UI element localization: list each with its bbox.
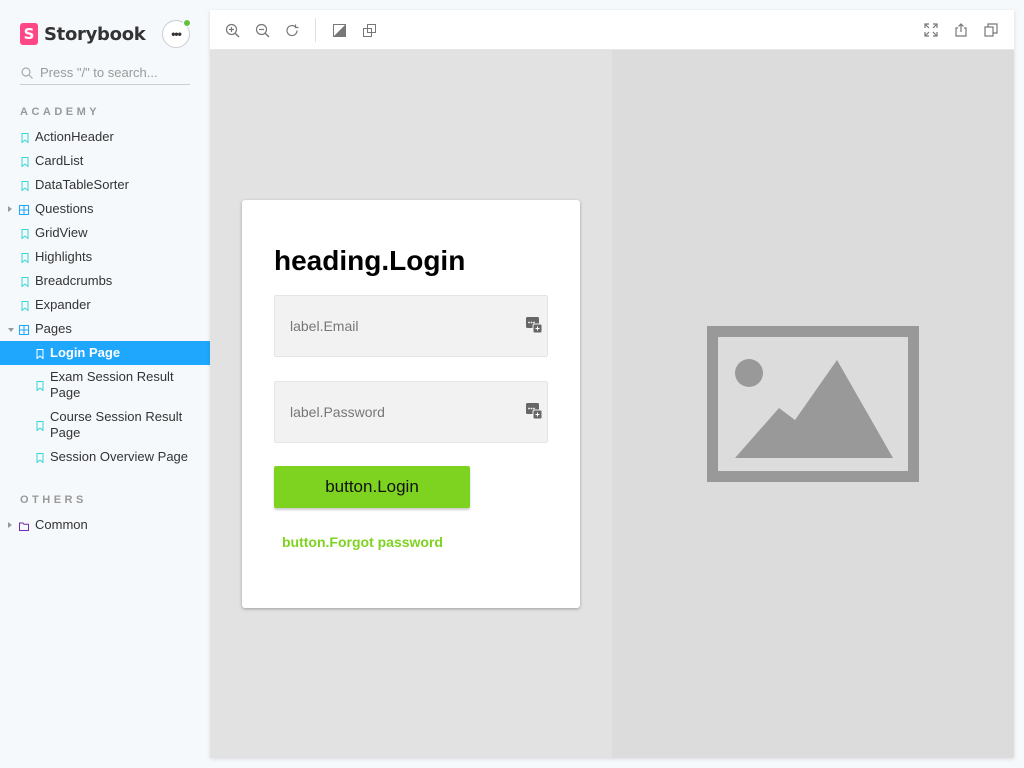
sidebar-item-label: Session Overview Page	[50, 449, 189, 464]
sidebar: S Storybook ••• ACADEMY ActionHeader Car…	[0, 0, 210, 768]
background-icon[interactable]	[331, 22, 347, 38]
sidebar-item-gridview[interactable]: GridView	[0, 221, 210, 245]
bookmark-icon	[20, 300, 30, 312]
sidebar-item-label: Breadcrumbs	[35, 273, 113, 288]
story-canvas: heading.Login label.Email label.Password…	[210, 50, 1014, 758]
image-pane	[612, 50, 1014, 758]
sidebar-item-common[interactable]: Common	[0, 513, 210, 537]
page-title: heading.Login	[274, 245, 466, 276]
section-title-others: OTHERS	[20, 494, 87, 506]
brand-name: Storybook	[44, 23, 146, 45]
password-field[interactable]: label.Password	[274, 381, 548, 443]
copy-icon[interactable]	[983, 22, 999, 38]
login-button[interactable]: button.Login	[274, 466, 470, 508]
sidebar-item-label: Course Session Result Page	[50, 409, 183, 440]
forgot-password-button[interactable]: button.Forgot password	[282, 534, 443, 550]
password-placeholder: label.Password	[290, 404, 385, 420]
email-field[interactable]: label.Email	[274, 295, 548, 357]
chevron-right-icon[interactable]	[8, 206, 12, 212]
image-placeholder-icon	[707, 326, 919, 482]
sidebar-item-highlights[interactable]: Highlights	[0, 245, 210, 269]
sidebar-item-actionheader[interactable]: ActionHeader	[0, 125, 210, 149]
sidebar-item-expander[interactable]: Expander	[0, 293, 210, 317]
sidebar-item-label: Expander	[35, 297, 91, 312]
storybook-logo-icon: S	[20, 23, 38, 45]
bookmark-icon	[35, 452, 45, 464]
sidebar-item-breadcrumbs[interactable]: Breadcrumbs	[0, 269, 210, 293]
section-title-academy: ACADEMY	[20, 106, 101, 118]
bookmark-icon	[20, 156, 30, 168]
chevron-right-icon[interactable]	[8, 522, 12, 528]
sidebar-item-cardlist[interactable]: CardList	[0, 149, 210, 173]
ellipsis-icon: •••	[171, 27, 182, 41]
bookmark-icon	[35, 348, 45, 360]
fullscreen-icon[interactable]	[923, 22, 939, 38]
sidebar-item-label: Login Page	[50, 345, 121, 360]
folder-icon	[19, 520, 29, 532]
sidebar-item-label: Common	[35, 517, 88, 532]
sidebar-item-course-session-result-page[interactable]: Course Session Result Page	[0, 405, 210, 445]
sidebar-item-label: Highlights	[35, 249, 93, 264]
zoom-in-icon[interactable]	[224, 22, 240, 38]
zoom-out-icon[interactable]	[254, 22, 270, 38]
sidebar-item-session-overview-page[interactable]: Session Overview Page	[0, 445, 210, 469]
login-pane: heading.Login label.Email label.Password…	[210, 50, 612, 758]
chevron-down-icon[interactable]	[8, 328, 14, 332]
search-input[interactable]	[40, 65, 180, 80]
zoom-reset-icon[interactable]	[284, 22, 300, 38]
sidebar-item-label: Exam Session Result Page	[50, 369, 174, 400]
component-icon	[19, 204, 29, 216]
outline-icon[interactable]	[361, 22, 377, 38]
bookmark-icon	[20, 276, 30, 288]
sidebar-item-exam-session-result-page[interactable]: Exam Session Result Page	[0, 365, 210, 405]
settings-menu-button[interactable]: •••	[162, 19, 191, 48]
sidebar-item-questions[interactable]: Questions	[0, 197, 210, 221]
search-icon	[20, 66, 34, 80]
sidebar-item-label: Pages	[35, 321, 72, 336]
brand[interactable]: S Storybook	[20, 22, 146, 46]
bookmark-icon	[35, 380, 45, 392]
email-placeholder: label.Email	[290, 318, 359, 334]
preview-panel: heading.Login label.Email label.Password…	[210, 10, 1014, 758]
bookmark-icon	[35, 420, 45, 432]
bookmark-icon	[20, 228, 30, 240]
password-manager-icon[interactable]	[526, 316, 543, 334]
share-icon[interactable]	[953, 22, 969, 38]
sidebar-item-label: GridView	[35, 225, 88, 240]
bookmark-icon	[20, 252, 30, 264]
component-icon	[19, 324, 29, 336]
sidebar-item-datatablesorter[interactable]: DataTableSorter	[0, 173, 210, 197]
sidebar-item-pages[interactable]: Pages	[0, 317, 210, 341]
sidebar-item-label: CardList	[35, 153, 84, 168]
bookmark-icon	[20, 180, 30, 192]
toolbar	[210, 10, 1014, 50]
sidebar-item-login-page[interactable]: Login Page	[0, 341, 210, 365]
bookmark-icon	[20, 132, 30, 144]
search-bar	[20, 61, 190, 85]
sidebar-item-label: DataTableSorter	[35, 177, 129, 192]
sidebar-item-label: ActionHeader	[35, 129, 114, 144]
update-indicator-dot	[183, 19, 191, 27]
sidebar-item-label: Questions	[35, 201, 94, 216]
password-manager-icon[interactable]	[526, 402, 543, 420]
login-card: heading.Login label.Email label.Password…	[242, 200, 580, 608]
toolbar-divider	[315, 18, 316, 42]
